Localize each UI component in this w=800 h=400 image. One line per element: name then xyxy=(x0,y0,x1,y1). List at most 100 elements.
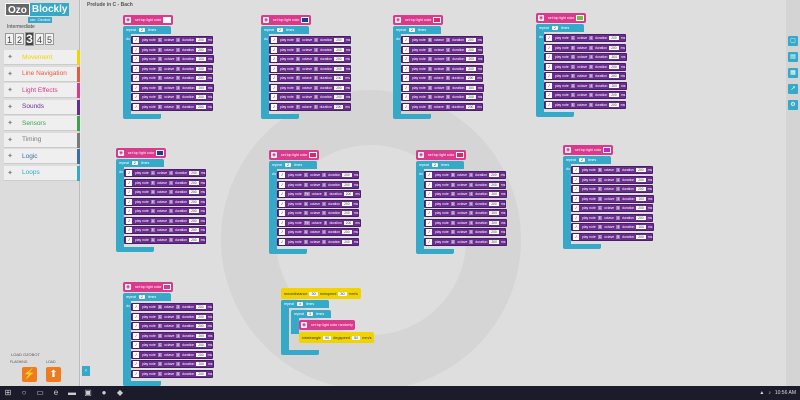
set-light-block[interactable]: ◉ set top light color xyxy=(416,150,467,160)
note-dropdown[interactable]: E xyxy=(157,352,162,357)
note-dropdown[interactable]: A xyxy=(150,209,155,213)
play-note-block[interactable]: ♪ play note Doctave 5 duration 200 ms xyxy=(269,93,352,101)
octave-dropdown[interactable]: 5 xyxy=(168,237,173,242)
play-note-block[interactable]: ♪ play note Coctave 5 duration 200 ms xyxy=(544,62,627,71)
note-dropdown[interactable]: C xyxy=(570,36,576,40)
rotate-block[interactable]: rotate angle 90 deg speed 50 mm/s xyxy=(299,332,375,343)
note-dropdown[interactable]: F xyxy=(295,104,300,109)
duration-input[interactable]: 200 xyxy=(334,66,344,71)
play-note-block[interactable]: ♪ play note Coctave 4 duration 200 ms xyxy=(544,34,627,42)
note-dropdown[interactable]: B xyxy=(427,38,432,42)
octave-dropdown[interactable]: 4 xyxy=(589,55,594,59)
note-dropdown[interactable]: C xyxy=(597,206,603,210)
duration-input[interactable]: 200 xyxy=(609,55,619,59)
play-note-block[interactable]: ♪ play note Coctave 4 duration 200 ms xyxy=(124,169,207,177)
share-icon[interactable]: ↗ xyxy=(788,84,798,94)
octave-dropdown[interactable]: 5 xyxy=(176,95,180,99)
repeat-block[interactable]: repeat 4 times xyxy=(281,300,329,308)
store-icon[interactable]: ▣ xyxy=(80,386,96,400)
play-note-block[interactable]: ♪ play note Eoctave 4 duration 200 ms xyxy=(131,350,214,359)
play-note-block[interactable]: ♪ play note Goctave 4 duration 200 ms xyxy=(401,55,484,63)
duration-input[interactable]: 200 xyxy=(196,333,206,338)
duration-input[interactable]: 200 xyxy=(189,209,199,213)
duration-input[interactable]: 200 xyxy=(334,47,344,52)
note-dropdown[interactable]: A xyxy=(157,305,162,309)
duration-input[interactable]: 200 xyxy=(196,76,206,80)
repeat-count[interactable]: 2 xyxy=(138,295,145,299)
duration-input[interactable]: 200 xyxy=(636,187,646,191)
play-note-block[interactable]: ♪ play note Doctave 5 duration 200 ms xyxy=(401,64,484,73)
octave-dropdown[interactable]: 4 xyxy=(469,220,474,225)
set-light-block[interactable]: ◉ set top light color xyxy=(393,15,444,25)
play-note-block[interactable]: ♪ play note Eoctave 5 duration 200 ms xyxy=(124,197,207,206)
duration-input[interactable]: 200 xyxy=(609,83,619,88)
play-note-block[interactable]: ♪ play note Aoctave 4 duration 200 ms xyxy=(277,228,360,236)
octave-dropdown[interactable]: 4 xyxy=(176,314,180,319)
duration-input[interactable]: 200 xyxy=(489,230,499,234)
repeat-count[interactable]: 4 xyxy=(296,302,303,306)
play-note-block[interactable]: ♪ play note Coctave 5 duration 200 ms xyxy=(131,93,214,101)
color-swatch[interactable] xyxy=(163,17,172,23)
octave-dropdown[interactable]: 4 xyxy=(313,85,318,90)
octave-dropdown[interactable]: 4 xyxy=(321,201,326,206)
play-note-block[interactable]: ♪ play note Doctave 5 duration 200 ms xyxy=(401,93,484,101)
duration-input[interactable]: 200 xyxy=(465,76,476,80)
level-3-button[interactable]: 3 xyxy=(25,32,34,46)
note-dropdown[interactable]: E xyxy=(150,228,155,232)
note-dropdown[interactable]: A xyxy=(150,218,155,223)
play-note-block[interactable]: ♪ play note Doctave 4 duration 200 ms xyxy=(277,180,360,189)
play-note-block[interactable]: ♪ play note Coctave 5 duration 200 ms xyxy=(131,64,214,73)
play-note-block[interactable]: ♪ play note Goctave 4 duration 200 ms xyxy=(401,83,484,92)
duration-input[interactable]: 200 xyxy=(636,225,646,229)
duration-input[interactable]: 200 xyxy=(636,196,646,201)
note-dropdown[interactable]: F xyxy=(427,104,432,109)
octave-dropdown[interactable]: 4 xyxy=(615,187,620,191)
note-dropdown[interactable]: F xyxy=(427,76,432,80)
play-note-block[interactable]: ♪ play note Coctave 5 duration 200 ms xyxy=(571,204,654,212)
note-dropdown[interactable]: F# xyxy=(303,220,310,225)
duration-input[interactable]: 200 xyxy=(334,38,344,42)
octave-dropdown[interactable]: 4 xyxy=(168,190,173,194)
duration-input[interactable]: 200 xyxy=(489,220,499,225)
note-dropdown[interactable]: C xyxy=(157,371,163,376)
octave-dropdown[interactable]: 5 xyxy=(168,209,173,213)
play-note-block[interactable]: ♪ play note Goctave 4 duration 200 ms xyxy=(571,223,654,231)
duration-input[interactable]: 200 xyxy=(196,38,206,42)
note-dropdown[interactable]: E xyxy=(597,187,602,191)
duration-input[interactable]: 200 xyxy=(189,180,199,185)
octave-dropdown[interactable]: 4 xyxy=(176,333,181,338)
repeat-count[interactable]: 2 xyxy=(578,158,585,162)
folder-icon[interactable]: ▬ xyxy=(64,386,80,400)
note-dropdown[interactable]: G xyxy=(450,211,456,215)
play-note-block[interactable]: ♪ play note Eoctave 5 duration 200 ms xyxy=(131,102,214,111)
note-dropdown[interactable]: C xyxy=(570,93,576,97)
color-swatch[interactable] xyxy=(309,152,318,158)
note-dropdown[interactable]: C xyxy=(157,38,163,42)
category-movement[interactable]: ✦ Movement xyxy=(4,50,80,65)
duration-input[interactable]: 200 xyxy=(609,102,619,107)
play-note-block[interactable]: ♪ play note Doctave 5 duration 200 ms xyxy=(277,209,360,217)
note-dropdown[interactable]: C xyxy=(157,95,163,99)
octave-dropdown[interactable]: 5 xyxy=(176,66,180,71)
play-note-block[interactable]: ♪ play note Goctave 4 duration 200 ms xyxy=(131,331,214,340)
duration-input[interactable]: 200 xyxy=(342,211,352,215)
category-line-navigation[interactable]: ✦ Line Navigation xyxy=(4,66,80,82)
octave-dropdown[interactable]: 5 xyxy=(445,104,450,109)
repeat-count[interactable]: 2 xyxy=(408,28,415,32)
color-swatch[interactable] xyxy=(156,150,165,156)
note-dropdown[interactable]: G xyxy=(450,220,456,225)
color-swatch[interactable] xyxy=(576,15,585,21)
note-dropdown[interactable]: B xyxy=(450,173,455,177)
note-dropdown[interactable]: D xyxy=(450,230,456,234)
repeat-count[interactable]: 2 xyxy=(551,26,558,30)
duration-input[interactable]: 200 xyxy=(196,371,206,376)
duration-input[interactable]: 200 xyxy=(489,239,499,244)
octave-dropdown[interactable]: 5 xyxy=(176,371,180,376)
play-note-block[interactable]: ♪ play note Eoctave 4 duration 200 ms xyxy=(571,185,654,193)
octave-dropdown[interactable]: 4 xyxy=(175,324,180,328)
repeat-count[interactable]: 3 xyxy=(306,312,313,316)
repeat-block[interactable]: repeat 2 times xyxy=(416,161,464,169)
octave-dropdown[interactable]: 5 xyxy=(469,201,473,206)
note-dropdown[interactable]: D xyxy=(295,47,301,52)
note-dropdown[interactable]: G xyxy=(157,333,163,338)
